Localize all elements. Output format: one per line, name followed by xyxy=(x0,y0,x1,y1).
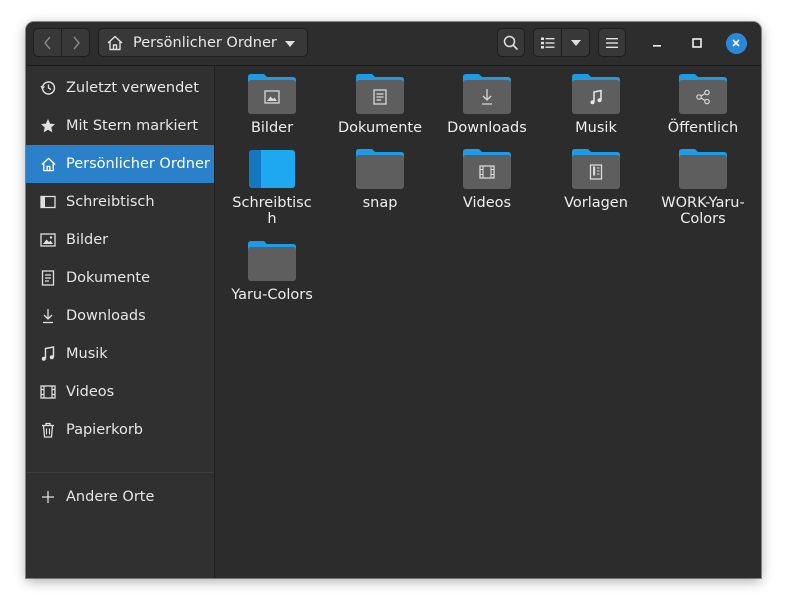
sidebar-item-label: Mit Stern markiert xyxy=(66,118,199,134)
folder-downloads-icon xyxy=(463,74,511,114)
sidebar-item-home[interactable]: Persönlicher Ordner xyxy=(26,145,214,183)
chevron-down-icon xyxy=(285,41,295,47)
folder-icon xyxy=(679,149,727,189)
folder-item[interactable]: Downloads xyxy=(437,73,537,136)
minimize-button[interactable] xyxy=(645,31,669,55)
folder-item[interactable]: Videos xyxy=(437,148,537,211)
sidebar-item-other-locations[interactable]: Andere Orte xyxy=(26,478,214,516)
sidebar-item-label: Andere Orte xyxy=(66,489,155,505)
back-button[interactable] xyxy=(34,29,61,56)
location-path-label: Persönlicher Ordner xyxy=(133,34,277,51)
folder-label: Yaru-Colors xyxy=(231,287,313,303)
sidebar-item-music[interactable]: Musik xyxy=(26,335,214,373)
sidebar-item-label: Downloads xyxy=(66,308,146,324)
folder-label: Videos xyxy=(462,195,512,211)
folder-item[interactable]: Öffentlich xyxy=(653,73,753,136)
search-button[interactable] xyxy=(497,28,525,57)
sidebar-item-recent[interactable]: Zuletzt verwendet xyxy=(26,69,214,107)
folder-templates-icon xyxy=(572,149,620,189)
minimize-icon xyxy=(653,45,661,47)
maximize-button[interactable] xyxy=(685,31,709,55)
sidebar-item-downloads[interactable]: Downloads xyxy=(26,297,214,335)
hamburger-menu-icon xyxy=(606,37,618,48)
star-icon xyxy=(41,119,55,133)
folder-label: Vorlagen xyxy=(564,195,628,211)
folder-label: snap xyxy=(362,195,398,211)
trash-icon xyxy=(42,422,54,438)
sidebar-item-label: Schreibtisch xyxy=(66,194,155,210)
folder-item[interactable]: snap xyxy=(330,148,430,211)
view-options-button[interactable] xyxy=(561,29,589,56)
folder-icon xyxy=(356,149,404,189)
sidebar-item-documents[interactable]: Dokumente xyxy=(26,259,214,297)
folder-videos-icon xyxy=(463,149,511,189)
folder-item[interactable]: WORK-Yaru-Colors xyxy=(653,148,753,227)
file-manager-window: Persönlicher Ordner Zuletzt verwendet Mi… xyxy=(26,22,761,578)
go-forward-icon xyxy=(72,36,80,49)
search-icon xyxy=(503,35,519,50)
folder-public-share-icon xyxy=(679,74,727,114)
sidebar-item-label: Bilder xyxy=(66,232,109,248)
view-buttons xyxy=(533,28,590,57)
sidebar-item-pictures[interactable]: Bilder xyxy=(26,221,214,259)
sidebar-item-starred[interactable]: Mit Stern markiert xyxy=(26,107,214,145)
file-view: Bilder Dokumente Downloads Musik Öffentl… xyxy=(215,66,761,578)
go-back-icon xyxy=(43,36,51,49)
location-path-button[interactable]: Persönlicher Ordner xyxy=(98,28,308,57)
sidebar: Zuletzt verwendet Mit Stern markiert Per… xyxy=(26,66,215,578)
home-icon xyxy=(107,35,123,50)
close-button[interactable] xyxy=(724,31,748,55)
folder-documents-icon xyxy=(356,74,404,114)
close-icon xyxy=(732,39,740,47)
folder-desktop-icon xyxy=(249,150,295,188)
folder-item[interactable]: Vorlagen xyxy=(546,148,646,211)
folder-label: Öffentlich xyxy=(667,120,739,136)
folder-item[interactable]: Bilder xyxy=(222,73,322,136)
plus-icon xyxy=(42,491,54,503)
sidebar-item-label: Zuletzt verwendet xyxy=(66,80,199,96)
folder-label: Bilder xyxy=(250,120,294,136)
list-view-icon xyxy=(540,37,554,48)
view-options-chevron-icon xyxy=(570,39,581,46)
folder-label: Musik xyxy=(575,120,617,136)
folder-label: Dokumente xyxy=(337,120,423,136)
sidebar-item-desktop[interactable]: Schreibtisch xyxy=(26,183,214,221)
folder-label: Downloads xyxy=(447,120,527,136)
folder-item[interactable]: Schreibtisch xyxy=(222,148,322,227)
sidebar-item-label: Papierkorb xyxy=(66,422,144,438)
desktop-icon xyxy=(40,195,56,209)
sidebar-item-label: Dokumente xyxy=(66,270,151,286)
navigation-buttons xyxy=(33,28,90,57)
sidebar-separator xyxy=(26,472,214,473)
main-menu-button[interactable] xyxy=(598,28,626,57)
recent-icon xyxy=(40,81,56,95)
list-view-button[interactable] xyxy=(534,29,561,56)
sidebar-item-videos[interactable]: Videos xyxy=(26,373,214,411)
downloads-icon xyxy=(43,309,53,324)
maximize-icon xyxy=(692,38,702,48)
pictures-icon xyxy=(40,233,56,247)
music-icon xyxy=(41,346,55,361)
sidebar-item-label: Musik xyxy=(66,346,108,362)
forward-button[interactable] xyxy=(61,29,89,56)
folder-label: Schreibtisch xyxy=(232,195,312,227)
sidebar-item-label: Persönlicher Ordner xyxy=(66,156,210,172)
sidebar-item-label: Videos xyxy=(66,384,115,400)
folder-label: WORK-Yaru-Colors xyxy=(661,195,745,227)
folder-icon xyxy=(248,241,296,281)
videos-icon xyxy=(40,385,56,399)
folder-item[interactable]: Musik xyxy=(546,73,646,136)
folder-item[interactable]: Dokumente xyxy=(330,73,430,136)
folder-pictures-icon xyxy=(248,74,296,114)
folder-music-icon xyxy=(572,74,620,114)
documents-icon xyxy=(41,270,55,286)
header-bar: Persönlicher Ordner xyxy=(26,22,761,66)
folder-item[interactable]: Yaru-Colors xyxy=(222,240,322,303)
home-icon xyxy=(40,157,56,171)
sidebar-item-trash[interactable]: Papierkorb xyxy=(26,411,214,449)
